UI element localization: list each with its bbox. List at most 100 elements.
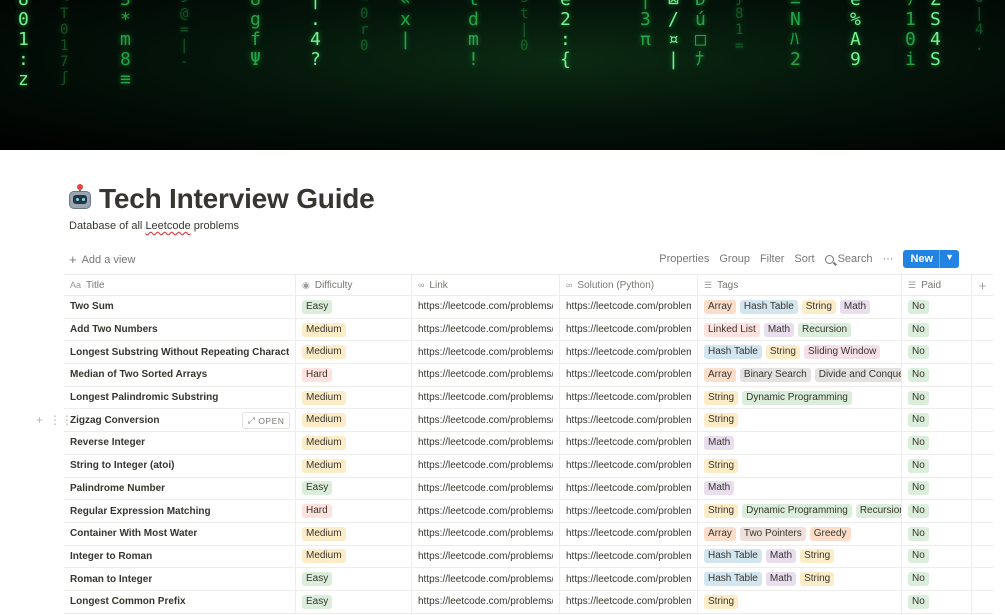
paid-cell[interactable]: No [902,386,972,409]
title-cell[interactable]: Container With Most Water [64,522,296,545]
row-title[interactable]: Zigzag Conversion [70,415,159,426]
tags-cell[interactable]: String [698,454,902,477]
table-row[interactable]: Longest Substring Without Repeating Char… [64,341,993,365]
row-title[interactable]: Longest Common Prefix [70,596,186,607]
problem-link[interactable]: https://leetcode.com/problems/integer [418,551,553,562]
add-column-button[interactable]: + [972,275,993,295]
page-title[interactable]: Tech Interview Guide [99,183,375,215]
link-cell[interactable]: https://leetcode.com/problems/integer [412,545,560,568]
tags-cell[interactable]: Array Two Pointers Greedy [698,522,902,545]
filter-button[interactable]: Filter [760,251,784,267]
table-row[interactable]: Median of Two Sorted Arrays Hard https://l… [64,364,993,387]
solution-link[interactable]: https://leetcode.com/problems [566,596,691,607]
difficulty-cell[interactable]: Medium [296,341,412,364]
table-row[interactable]: Regular Expression Matching Hard https://l… [64,500,993,523]
difficulty-cell[interactable]: Medium [296,522,412,545]
solution-link[interactable]: https://leetcode.com/problems [566,506,691,517]
problem-link[interactable]: https://leetcode.com/problems/longest [418,347,553,358]
title-cell[interactable]: Longest Common Prefix [64,590,296,613]
more-options-icon[interactable]: ··· [882,251,893,267]
table-row[interactable]: Longest Palindromic Substring Medium https… [64,386,993,410]
drag-handle-icon[interactable]: ⋮⋮ [49,413,73,427]
link-cell[interactable]: https://leetcode.com/problems/median [412,364,560,386]
solution-link[interactable]: https://leetcode.com/problems [566,528,691,539]
difficulty-cell[interactable]: Medium [296,432,412,454]
paid-cell[interactable]: No [902,545,972,568]
paid-cell[interactable]: No [902,409,972,432]
solution-link[interactable]: https://leetcode.com/problems [566,301,691,312]
column-header-difficulty[interactable]: ◉ Difficulty [296,275,412,295]
problem-link[interactable]: https://leetcode.com/problems/longest [418,392,553,403]
group-button[interactable]: Group [719,251,750,267]
search-button[interactable]: Search [824,251,872,267]
row-title[interactable]: Container With Most Water [70,528,197,539]
solution-link[interactable]: https://leetcode.com/problems [566,369,691,380]
difficulty-cell[interactable]: Easy [296,296,412,318]
solution-cell[interactable]: https://leetcode.com/problems [560,477,698,500]
row-title[interactable]: Palindrome Number [70,483,165,494]
plus-icon[interactable]: + [36,413,43,427]
title-cell[interactable]: Two Sum [64,296,296,318]
difficulty-cell[interactable]: Easy [296,590,412,613]
solution-cell[interactable]: https://leetcode.com/problems [560,364,698,386]
link-cell[interactable]: https://leetcode.com/problems/palindrome [412,477,560,500]
tags-cell[interactable]: String [698,590,902,613]
solution-cell[interactable]: https://leetcode.com/problems [560,386,698,409]
solution-link[interactable]: https://leetcode.com/problems [566,460,691,471]
column-header-tags[interactable]: ☰ Tags [698,275,902,295]
difficulty-cell[interactable]: Hard [296,364,412,386]
tags-cell[interactable]: String [698,409,902,432]
title-cell[interactable]: Longest Palindromic Substring [64,386,296,409]
row-title[interactable]: String to Integer (atoi) [70,460,174,471]
problem-link[interactable]: https://leetcode.com/problems/roman [418,574,553,585]
solution-link[interactable]: https://leetcode.com/problems [566,347,691,358]
table-row[interactable]: Longest Common Prefix Easy https://leetcod… [64,590,993,614]
solution-cell[interactable]: https://leetcode.com/problems [560,500,698,522]
paid-cell[interactable]: No [902,568,972,590]
column-header-link[interactable]: ∞ Link [412,275,560,295]
sort-button[interactable]: Sort [794,251,814,267]
solution-cell[interactable]: https://leetcode.com/problems [560,590,698,613]
table-row[interactable]: Roman to Integer Easy https://leetcode.com… [64,568,993,591]
link-cell[interactable]: https://leetcode.com/problems/reverse [412,432,560,454]
problem-link[interactable]: https://leetcode.com/problems/median [418,369,553,380]
difficulty-cell[interactable]: Medium [296,545,412,568]
row-title[interactable]: Roman to Integer [70,574,152,585]
title-cell[interactable]: Add Two Numbers [64,318,296,341]
title-cell[interactable]: Median of Two Sorted Arrays [64,364,296,386]
solution-cell[interactable]: https://leetcode.com/problems [560,545,698,568]
difficulty-cell[interactable]: Easy [296,568,412,590]
solution-cell[interactable]: https://leetcode.com/problems [560,296,698,318]
solution-cell[interactable]: https://leetcode.com/problems [560,341,698,364]
link-cell[interactable]: https://leetcode.com/problems/regular [412,500,560,522]
link-cell[interactable]: https://leetcode.com/problems/container [412,522,560,545]
title-cell[interactable]: Palindrome Number [64,477,296,500]
chevron-down-icon[interactable]: ▼ [939,250,959,268]
tags-cell[interactable]: Array Hash Table String Math [698,296,902,318]
table-row[interactable]: Palindrome Number Easy https://leetcode.co… [64,477,993,501]
column-header-solution[interactable]: ∞ Solution (Python) [560,275,698,295]
link-cell[interactable]: https://leetcode.com/problems/add-two-nu… [412,318,560,341]
title-cell[interactable]: Reverse Integer [64,432,296,454]
solution-cell[interactable]: https://leetcode.com/problems [560,409,698,432]
paid-cell[interactable]: No [902,522,972,545]
solution-link[interactable]: https://leetcode.com/problems [566,415,691,426]
problem-link[interactable]: https://leetcode.com/problems/palindrome [418,483,553,494]
solution-link[interactable]: https://leetcode.com/problems [566,483,691,494]
difficulty-cell[interactable]: Medium [296,386,412,409]
page-description[interactable]: Database of all Leetcode problems [69,220,239,232]
problem-link[interactable]: https://leetcode.com/problems/add-two-nu… [418,324,553,335]
solution-cell[interactable]: https://leetcode.com/problems [560,522,698,545]
paid-cell[interactable]: No [902,318,972,341]
difficulty-cell[interactable]: Medium [296,318,412,341]
paid-cell[interactable]: No [902,477,972,500]
row-title[interactable]: Longest Palindromic Substring [70,392,218,403]
solution-link[interactable]: https://leetcode.com/problems [566,574,691,585]
tags-cell[interactable]: Hash Table Math String [698,568,902,590]
robot-icon[interactable] [67,184,93,212]
table-row[interactable]: String to Integer (atoi) Medium https://le… [64,454,993,478]
new-button[interactable]: New ▼ [903,250,959,268]
tags-cell[interactable]: Math [698,432,902,454]
solution-link[interactable]: https://leetcode.com/problems [566,324,691,335]
solution-link[interactable]: https://leetcode.com/problems [566,551,691,562]
